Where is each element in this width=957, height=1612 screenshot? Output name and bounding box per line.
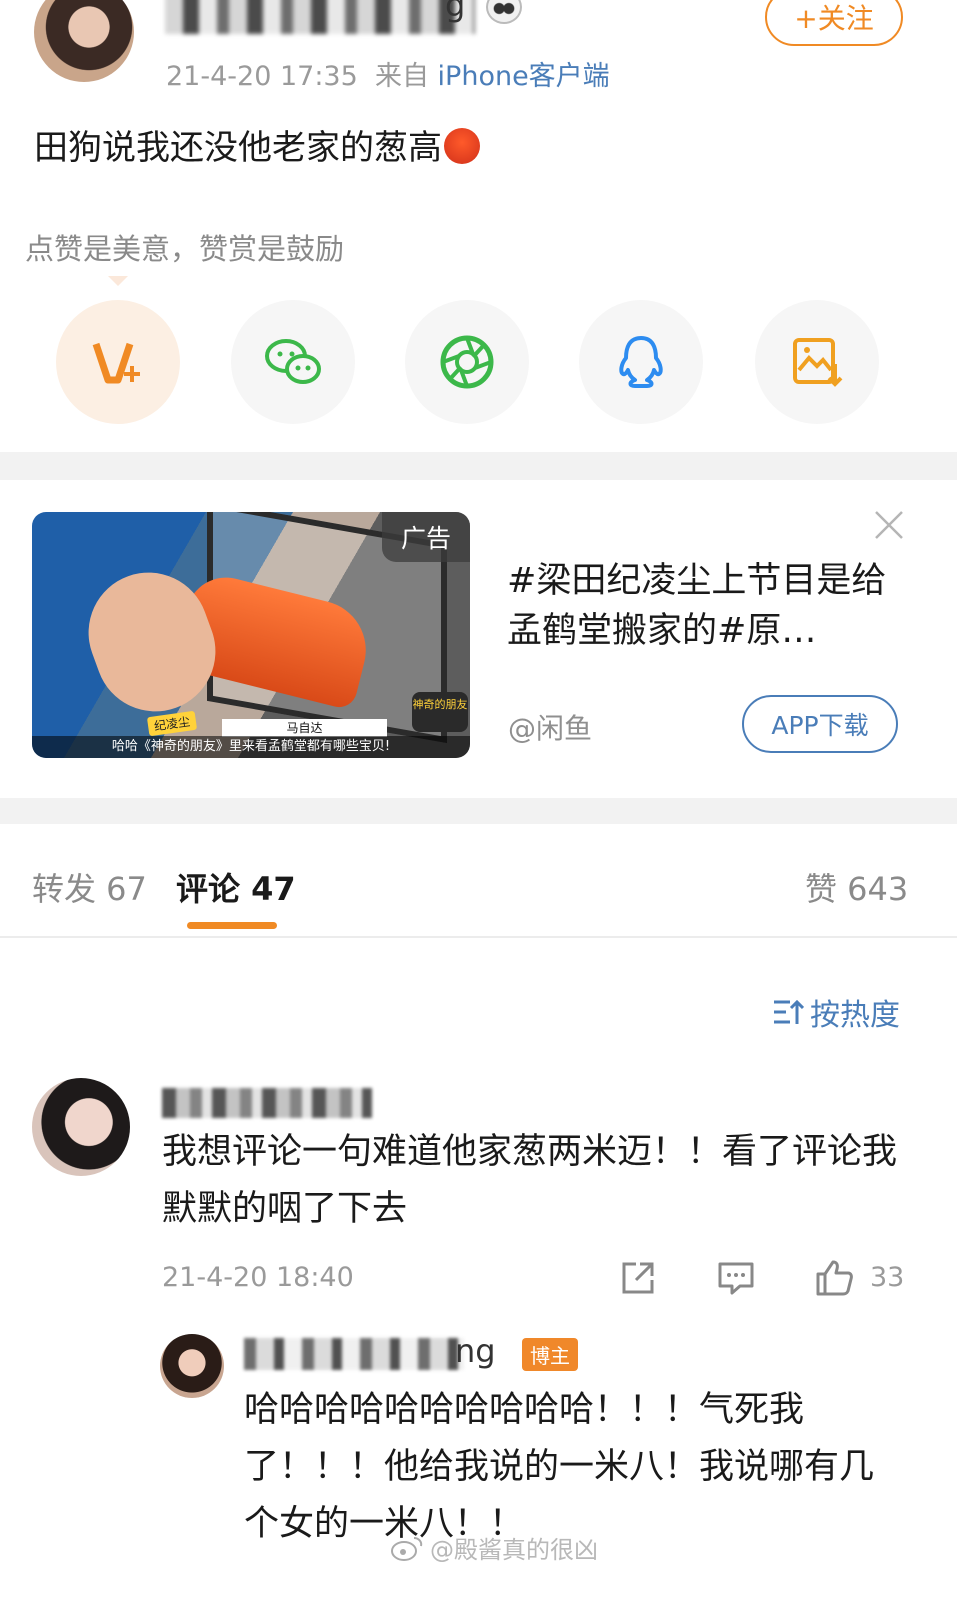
commenter-name-blurred[interactable] <box>162 1088 372 1118</box>
reply-author-name-tail: ng <box>455 1332 496 1370</box>
reward-tip: 点赞是美意，赞赏是鼓励 <box>25 232 345 266</box>
post-text: 田狗说我还没他老家的葱高 <box>34 120 480 169</box>
ad-image-logo: 神奇的朋友 <box>412 692 468 732</box>
tip-arrow <box>108 276 128 286</box>
reply-text: 哈哈哈哈哈哈哈哈哈哈！！！气死我了！！！他给我说的一米八！我说哪有几个女的一米八… <box>244 1390 875 1544</box>
save-image-icon <box>793 338 843 387</box>
post-author-name-blurred[interactable] <box>165 0 475 34</box>
post-time: 21-4-20 17:35 <box>166 61 358 92</box>
tab-likes[interactable]: 赞 643 <box>805 864 908 910</box>
ad-image-tag: 纪凌尘 <box>146 710 198 737</box>
tab-divider <box>0 936 957 938</box>
like-icon[interactable] <box>812 1256 856 1300</box>
comment-text: 我想评论一句难道他家葱两米迈！！看了评论我默默的咽了下去 <box>162 1132 898 1229</box>
tab-repost[interactable]: 转发 67 <box>32 864 147 910</box>
active-tab-indicator <box>187 922 277 929</box>
share-wechat-button[interactable] <box>231 300 355 424</box>
post-meta: 21-4-20 17:35 来自 iPhone客户端 <box>166 54 610 93</box>
post-source[interactable]: iPhone客户端 <box>438 61 610 92</box>
comment-like-count: 33 <box>870 1262 905 1293</box>
share-icon[interactable] <box>616 1256 660 1300</box>
post-text-content: 田狗说我还没他老家的葱高 <box>34 128 442 168</box>
angry-emoji-icon <box>444 128 480 164</box>
ad-source[interactable]: @闲鱼 <box>508 707 592 747</box>
section-divider <box>0 452 957 480</box>
share-moments-button[interactable] <box>405 300 529 424</box>
ad-image-name: 马自达 <box>222 719 387 737</box>
wechat-icon <box>265 339 321 384</box>
watermark: @殿酱真的很凶 <box>390 1530 598 1565</box>
weibo-logo-icon <box>391 1536 423 1561</box>
close-icon[interactable] <box>872 508 906 542</box>
app-download-button[interactable]: APP下载 <box>742 695 898 753</box>
ad-image[interactable]: 广告 纪凌尘 马自达 神奇的朋友 哈哈《神奇的朋友》里来看孟鹤堂都有哪些宝贝! <box>32 512 470 758</box>
moments-icon <box>440 335 494 389</box>
ad-title[interactable]: #梁田纪凌尘上节目是给孟鹤堂搬家的#原… <box>507 556 897 656</box>
comment-time: 21-4-20 18:40 <box>162 1262 354 1293</box>
follow-button[interactable]: +关注 <box>765 0 903 46</box>
save-image-button[interactable] <box>755 300 879 424</box>
post-source-prefix: 来自 <box>374 61 438 92</box>
vip-reward-icon <box>92 342 140 384</box>
reply-author-avatar[interactable] <box>160 1334 224 1398</box>
sort-icon <box>774 999 804 1024</box>
post-author-name-tail: g <box>445 0 466 24</box>
watermark-text: @殿酱真的很凶 <box>430 1536 598 1564</box>
panda-icon <box>486 0 522 24</box>
comment-icon[interactable] <box>714 1256 758 1300</box>
ad-image-caption: 哈哈《神奇的朋友》里来看孟鹤堂都有哪些宝贝! <box>32 736 470 758</box>
tab-comments[interactable]: 评论 47 <box>176 864 296 910</box>
ad-badge: 广告 <box>382 512 470 562</box>
share-qq-button[interactable] <box>579 300 703 424</box>
commenter-avatar[interactable] <box>32 1078 130 1176</box>
qq-icon <box>619 336 663 388</box>
section-divider <box>0 798 957 824</box>
reward-button[interactable] <box>56 300 180 424</box>
sort-label: 按热度 <box>810 998 900 1033</box>
author-badge: 博主 <box>522 1338 578 1371</box>
reply-author-name-blurred[interactable] <box>244 1338 464 1370</box>
post-author-avatar[interactable] <box>34 0 134 82</box>
sort-button[interactable]: 按热度 <box>772 990 900 1034</box>
